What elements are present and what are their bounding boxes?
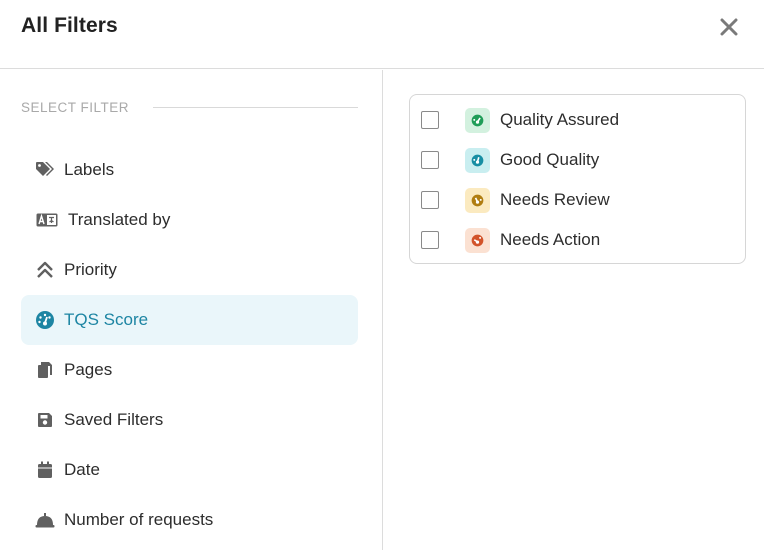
floppy-disk-icon xyxy=(35,410,55,430)
tags-icon xyxy=(35,160,55,180)
checkbox[interactable] xyxy=(421,191,439,209)
sidebar-item-priority[interactable]: Priority xyxy=(21,245,358,295)
translate-icon xyxy=(35,210,59,230)
sidebar-item-label: Saved Filters xyxy=(64,410,164,429)
gauge-icon xyxy=(465,147,490,173)
sidebar-item-label: Date xyxy=(64,460,100,479)
sidebar-item-label: Priority xyxy=(64,260,117,279)
double-chevron-up-icon xyxy=(35,260,55,280)
option-needs-action[interactable]: Needs Action xyxy=(410,220,745,260)
sidebar-item-saved-filters[interactable]: Saved Filters xyxy=(21,395,358,445)
sidebar-item-label: Number of requests xyxy=(64,510,214,529)
gauge-icon xyxy=(465,107,490,133)
sidebar-item-translated-by[interactable]: Translated by xyxy=(21,195,358,245)
dialog-title: All Filters xyxy=(21,14,118,37)
sidebar-item-label: Labels xyxy=(64,160,115,179)
gauge-icon xyxy=(465,187,490,213)
sidebar-item-label: Pages xyxy=(64,360,113,379)
sidebar-item-date[interactable]: Date xyxy=(21,445,358,495)
calendar-icon xyxy=(35,460,55,480)
sidebar-item-label: Translated by xyxy=(68,210,171,229)
option-label: Needs Action xyxy=(500,230,601,249)
bell-icon xyxy=(35,510,55,530)
sidebar-item-tqs-score[interactable]: TQS Score xyxy=(21,295,358,345)
close-button[interactable] xyxy=(716,14,742,40)
option-label: Good Quality xyxy=(500,150,600,169)
option-quality-assured[interactable]: Quality Assured xyxy=(410,100,745,140)
sidebar-item-number-of-requests[interactable]: Number of requests xyxy=(21,495,358,545)
gauge-icon xyxy=(35,310,55,330)
option-label: Quality Assured xyxy=(500,110,620,129)
filter-sidebar: SELECT FILTER Labels Translated by Prior… xyxy=(0,70,383,550)
checkbox[interactable] xyxy=(421,231,439,249)
option-needs-review[interactable]: Needs Review xyxy=(410,180,745,220)
pages-icon xyxy=(35,360,55,380)
checkbox[interactable] xyxy=(421,151,439,169)
gauge-icon xyxy=(465,227,490,253)
option-label: Needs Review xyxy=(500,190,610,209)
sidebar-item-pages[interactable]: Pages xyxy=(21,345,358,395)
option-good-quality[interactable]: Good Quality xyxy=(410,140,745,180)
sidebar-item-labels[interactable]: Labels xyxy=(21,145,358,195)
close-icon[interactable] xyxy=(720,18,738,36)
section-divider xyxy=(153,106,358,108)
tqs-options-panel: Quality Assured Good Quality Needs Revie… xyxy=(409,94,746,264)
checkbox[interactable] xyxy=(421,111,439,129)
section-header: SELECT FILTER xyxy=(21,99,358,115)
section-label: SELECT FILTER xyxy=(21,99,130,115)
dialog-header: All Filters xyxy=(0,0,764,69)
sidebar-item-label: TQS Score xyxy=(64,310,149,329)
